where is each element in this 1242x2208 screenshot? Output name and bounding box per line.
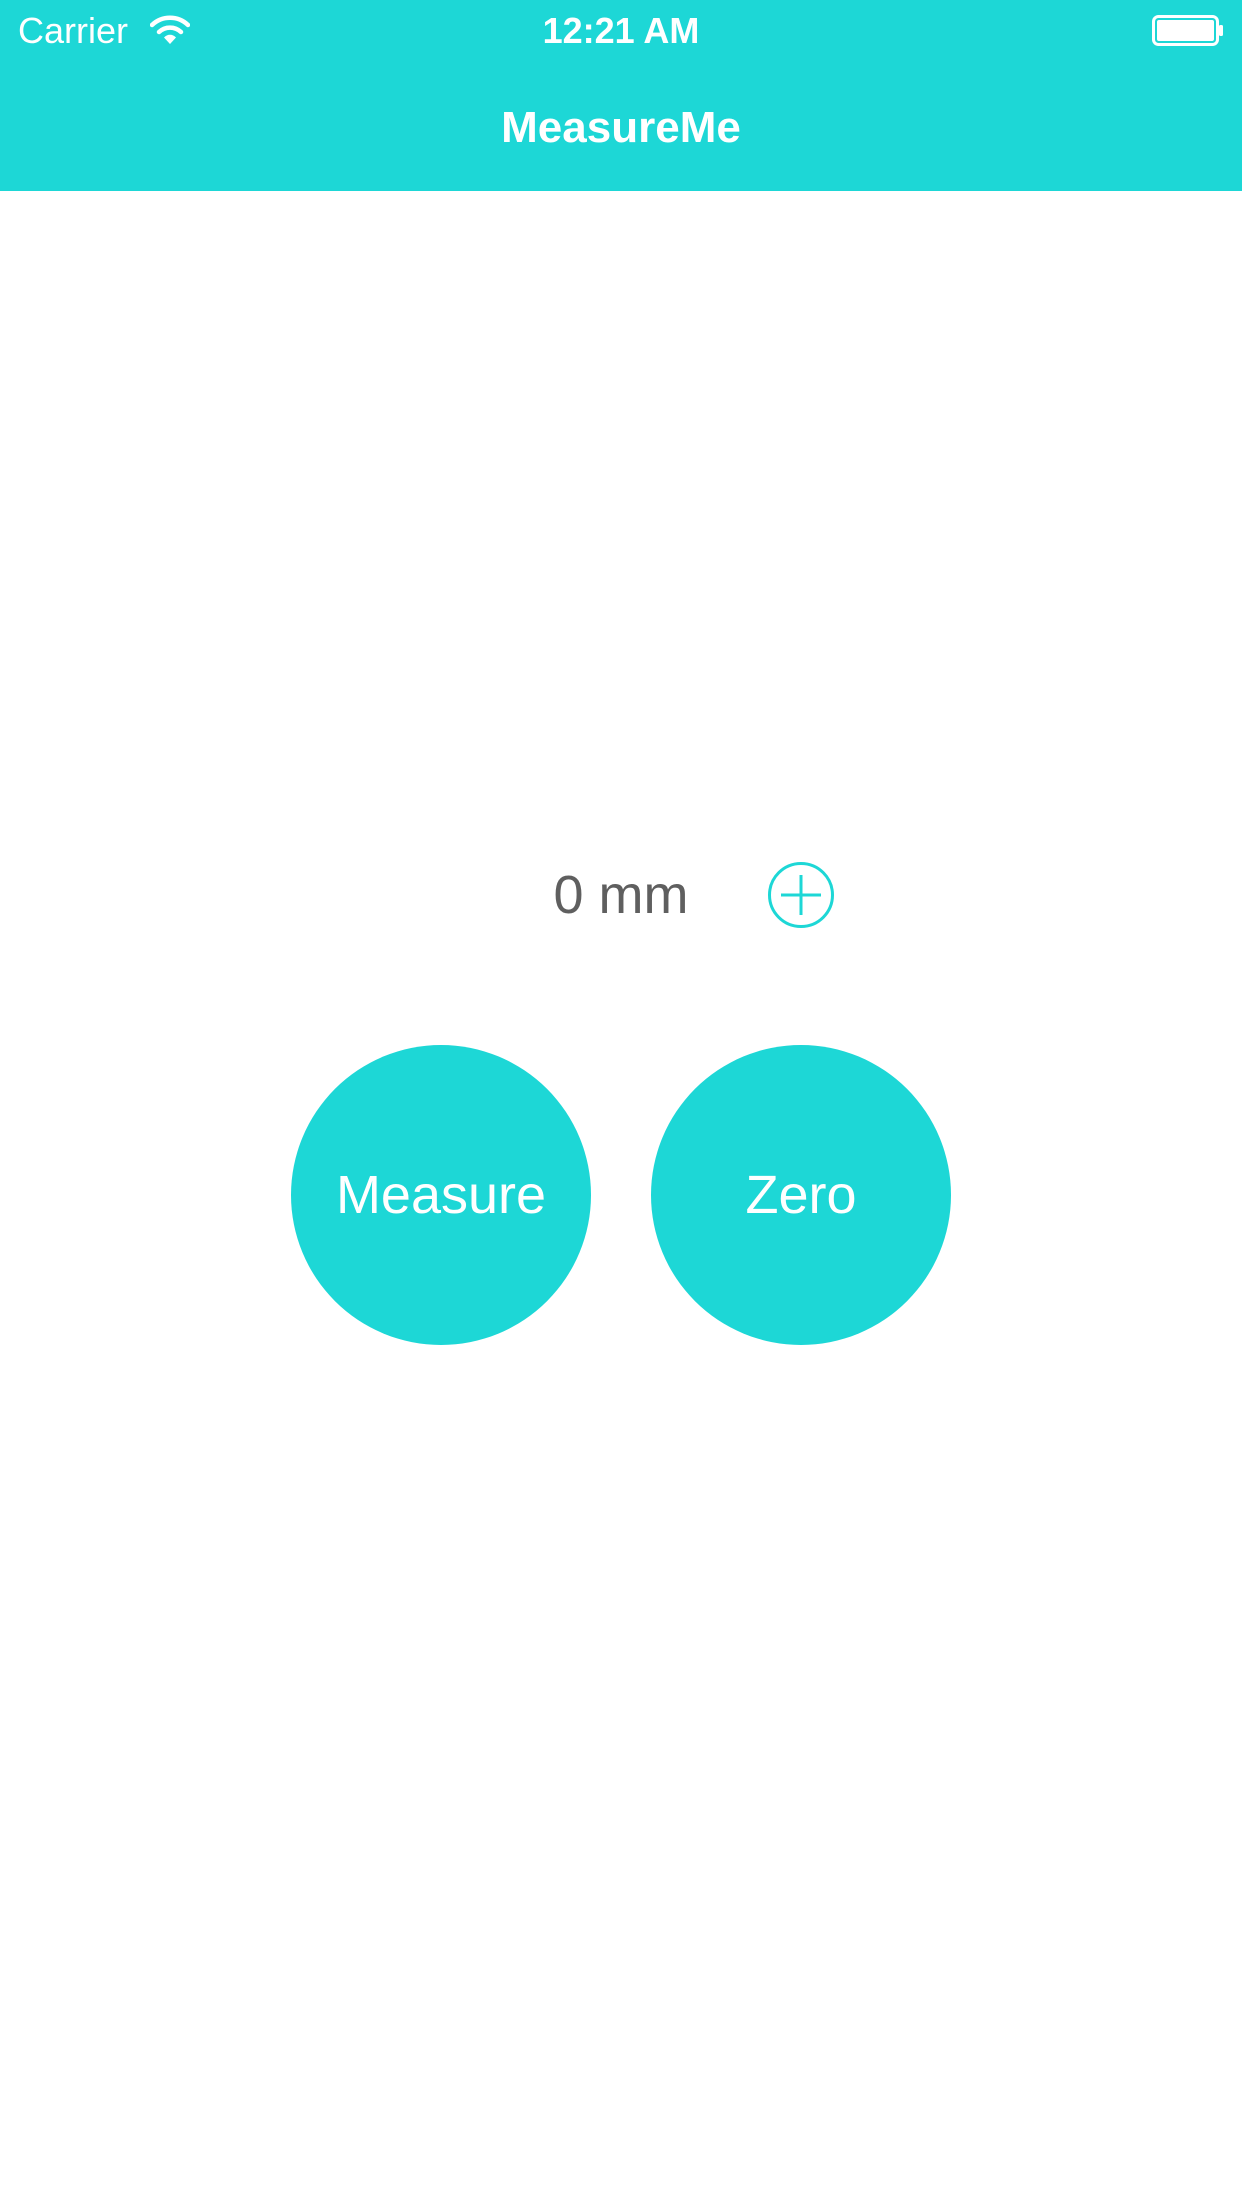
page-title: MeasureMe — [501, 103, 741, 152]
add-measurement-button[interactable] — [767, 861, 835, 929]
battery-icon — [1152, 15, 1224, 47]
navigation-header: Carrier 12:21 AM MeasureMe — [0, 0, 1242, 191]
plus-circle-icon — [768, 862, 834, 928]
measure-button[interactable]: Measure — [291, 1045, 591, 1345]
status-time: 12:21 AM — [542, 10, 700, 51]
status-bar: Carrier 12:21 AM — [0, 0, 1242, 62]
measurement-row: 0 mm — [0, 855, 1242, 935]
zero-button[interactable]: Zero — [651, 1045, 951, 1345]
measurement-value: 0 mm — [553, 865, 689, 925]
